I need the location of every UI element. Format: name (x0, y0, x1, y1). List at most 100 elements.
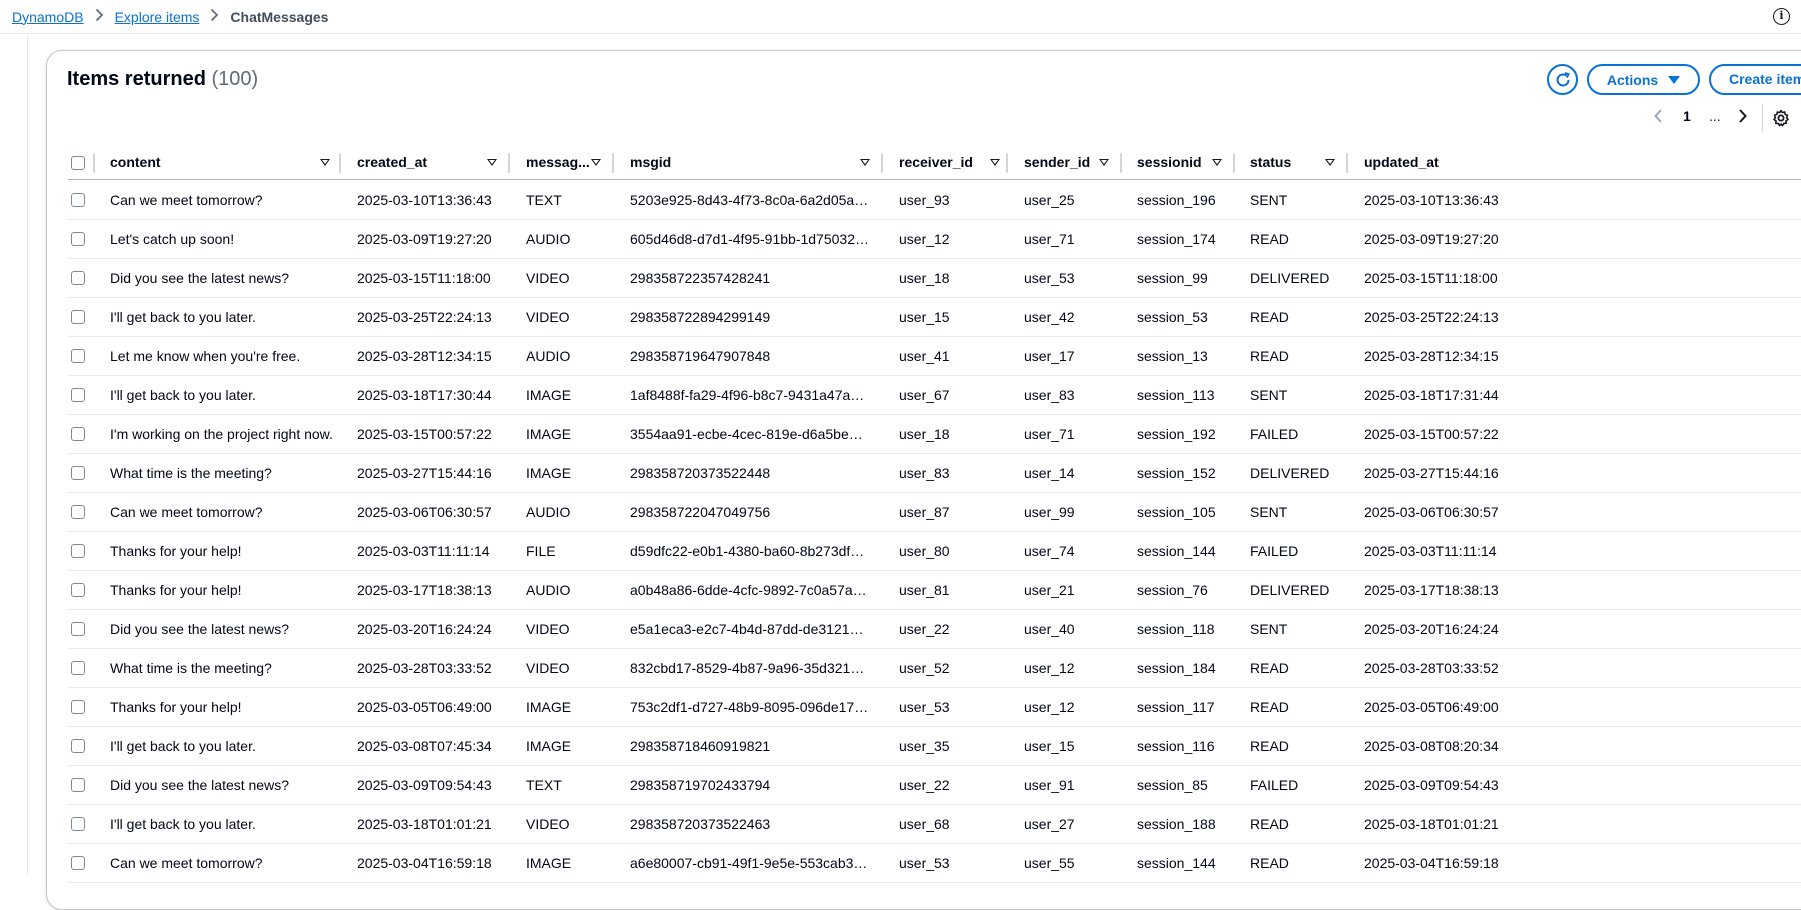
row-checkbox[interactable] (71, 583, 85, 597)
row-checkbox[interactable] (71, 622, 85, 636)
table-row[interactable]: Can we meet tomorrow? 2025-03-04T16:59:18… (68, 844, 1801, 883)
table-cell-status: READ (1250, 660, 1289, 676)
column-label: updated_at (1364, 154, 1439, 170)
row-checkbox[interactable] (71, 466, 85, 480)
table-cell-msgid: 298358719702433794 (630, 777, 771, 793)
table-cell-msgid: e5a1eca3-e2c7-4b4d-87dd-de3121a2d... (630, 621, 870, 637)
table-cell-content: I'll get back to you later. (110, 309, 256, 325)
table-cell-status: READ (1250, 699, 1289, 715)
table-cell-messag: IMAGE (526, 465, 572, 481)
row-checkbox[interactable] (71, 817, 85, 831)
chevron-left-icon (1654, 109, 1662, 123)
row-checkbox[interactable] (71, 661, 85, 675)
table-cell-content: Let me know when you're free. (110, 348, 301, 364)
table-cell-sender-id: user_99 (1024, 504, 1075, 520)
breadcrumb-dynamodb-link[interactable]: DynamoDB (12, 9, 84, 25)
table-cell-msgid: 298358722894299149 (630, 309, 771, 325)
table-row[interactable]: I'll get back to you later. 2025-03-25T22… (68, 298, 1801, 337)
table-cell-created-at: 2025-03-04T16:59:18 (357, 855, 492, 871)
refresh-button[interactable] (1547, 64, 1578, 95)
table-cell-created-at: 2025-03-25T22:24:13 (357, 309, 492, 325)
table-cell-updated-at: 2025-03-04T16:59:18 (1364, 855, 1499, 871)
column-header-msgid[interactable]: msgid (630, 146, 870, 180)
table-cell-receiver-id: user_35 (899, 738, 950, 754)
table-cell-sessionid: session_76 (1137, 582, 1208, 598)
row-checkbox[interactable] (71, 349, 85, 363)
row-checkbox[interactable] (71, 739, 85, 753)
table-row[interactable]: Thanks for your help! 2025-03-17T18:38:13… (68, 571, 1801, 610)
table-row[interactable]: What time is the meeting? 2025-03-28T03:3… (68, 649, 1801, 688)
column-resizer[interactable] (1233, 153, 1235, 173)
table-cell-updated-at: 2025-03-17T18:38:13 (1364, 582, 1499, 598)
table-row[interactable]: I'll get back to you later. 2025-03-08T07… (68, 727, 1801, 766)
table-cell-messag: IMAGE (526, 738, 572, 754)
table-row[interactable]: Did you see the latest news? 2025-03-20T1… (68, 610, 1801, 649)
row-checkbox[interactable] (71, 271, 85, 285)
row-checkbox[interactable] (71, 700, 85, 714)
table-cell-created-at: 2025-03-06T06:30:57 (357, 504, 492, 520)
table-row[interactable]: Can we meet tomorrow? 2025-03-10T13:36:43… (68, 181, 1801, 220)
table-cell-receiver-id: user_52 (899, 660, 950, 676)
table-row[interactable]: Let me know when you're free. 2025-03-28T… (68, 337, 1801, 376)
row-checkbox[interactable] (71, 856, 85, 870)
select-all-checkbox[interactable] (71, 156, 85, 170)
row-checkbox[interactable] (71, 427, 85, 441)
row-checkbox[interactable] (71, 310, 85, 324)
table-cell-created-at: 2025-03-20T16:24:24 (357, 621, 492, 637)
column-resizer[interactable] (1346, 153, 1348, 173)
row-checkbox[interactable] (71, 778, 85, 792)
table-row[interactable]: Thanks for your help! 2025-03-03T11:11:14… (68, 532, 1801, 571)
column-resizer[interactable] (1006, 153, 1008, 173)
table-cell-msgid: 298358718460919821 (630, 738, 771, 754)
table-cell-sessionid: session_174 (1137, 231, 1216, 247)
column-header-updated-at[interactable]: updated_at (1364, 146, 1564, 180)
column-resizer[interactable] (508, 153, 510, 173)
column-header-created-at[interactable]: created_at (357, 146, 497, 180)
table-cell-content: Did you see the latest news? (110, 777, 289, 793)
column-header-content[interactable]: content (110, 146, 330, 180)
gear-icon[interactable] (1772, 109, 1790, 127)
table-cell-sender-id: user_21 (1024, 582, 1075, 598)
row-checkbox[interactable] (71, 232, 85, 246)
column-header-receiver-id[interactable]: receiver_id (899, 146, 1000, 180)
row-checkbox[interactable] (71, 388, 85, 402)
row-checkbox[interactable] (71, 193, 85, 207)
column-resizer[interactable] (881, 153, 883, 173)
column-header-sender-id[interactable]: sender_id (1024, 146, 1114, 180)
row-checkbox[interactable] (71, 544, 85, 558)
row-checkbox[interactable] (71, 505, 85, 519)
column-resizer[interactable] (612, 153, 614, 173)
table-cell-updated-at: 2025-03-09T09:54:43 (1364, 777, 1499, 793)
column-resizer[interactable] (339, 153, 341, 173)
next-page-button[interactable] (1738, 108, 1748, 128)
table-cell-messag: IMAGE (526, 387, 572, 403)
table-cell-sender-id: user_71 (1024, 231, 1075, 247)
table-row[interactable]: I'm working on the project right now. 202… (68, 415, 1801, 454)
create-item-button[interactable]: Create item (1709, 64, 1801, 95)
table-cell-created-at: 2025-03-15T11:18:00 (357, 270, 491, 286)
column-resizer[interactable] (93, 153, 95, 173)
table-cell-status: SENT (1250, 621, 1288, 637)
column-header-message-type[interactable]: messag... (526, 146, 606, 180)
page-number-1[interactable]: 1 (1683, 108, 1691, 128)
table-cell-sender-id: user_91 (1024, 777, 1075, 793)
table-row[interactable]: Thanks for your help! 2025-03-05T06:49:00… (68, 688, 1801, 727)
table-row[interactable]: Did you see the latest news? 2025-03-09T0… (68, 766, 1801, 805)
table-row[interactable]: I'll get back to you later. 2025-03-18T17… (68, 376, 1801, 415)
table-cell-receiver-id: user_22 (899, 621, 950, 637)
table-row[interactable]: Did you see the latest news? 2025-03-15T1… (68, 259, 1801, 298)
table-cell-msgid: 5203e925-8d43-4f73-8c0a-6a2d05a6b... (630, 192, 870, 208)
previous-page-button[interactable] (1653, 108, 1663, 128)
info-icon[interactable]: i (1773, 8, 1790, 25)
column-header-sessionid[interactable]: sessionid (1137, 146, 1227, 180)
column-resizer[interactable] (1120, 153, 1122, 173)
breadcrumb-explore-items-link[interactable]: Explore items (115, 9, 200, 25)
actions-button[interactable]: Actions (1587, 64, 1700, 95)
breadcrumb: DynamoDB Explore items ChatMessages (12, 8, 328, 25)
table-cell-created-at: 2025-03-28T03:33:52 (357, 660, 492, 676)
table-row[interactable]: I'll get back to you later. 2025-03-18T01… (68, 805, 1801, 844)
table-row[interactable]: Let's catch up soon! 2025-03-09T19:27:20 A… (68, 220, 1801, 259)
column-header-status[interactable]: status (1250, 146, 1340, 180)
table-row[interactable]: Can we meet tomorrow? 2025-03-06T06:30:57… (68, 493, 1801, 532)
table-row[interactable]: What time is the meeting? 2025-03-27T15:4… (68, 454, 1801, 493)
